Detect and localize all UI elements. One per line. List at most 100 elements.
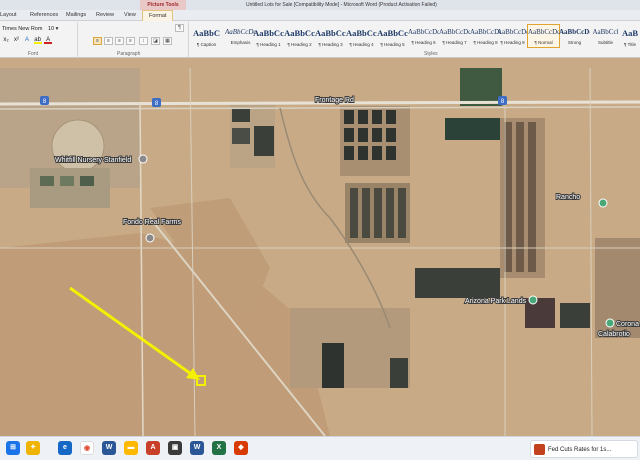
widgets-icon[interactable]: ✦ bbox=[26, 441, 40, 455]
photos-icon[interactable]: ▣ bbox=[168, 441, 182, 455]
style-sample: AaBbCc bbox=[284, 28, 315, 38]
interstate-shield-icon: 8 bbox=[498, 96, 507, 105]
dark-field bbox=[232, 128, 250, 144]
style-sample: AaBbCcDc bbox=[439, 28, 470, 36]
document-title: Untitled Lots for Sale [Compatibility Mo… bbox=[246, 2, 437, 8]
map-pin-icon[interactable] bbox=[528, 295, 538, 305]
style-heading-9[interactable]: AaBbCcDc ¶ Heading 9 bbox=[496, 24, 529, 48]
highlight-icon[interactable]: ab bbox=[33, 36, 42, 44]
style-sample: AaBbCcDd bbox=[559, 28, 590, 36]
font-name-select[interactable]: Times New Rom bbox=[2, 26, 42, 32]
park-label: Arizona Park Lands bbox=[465, 298, 527, 305]
style-name: ¶ Heading 3 bbox=[318, 42, 343, 47]
justify-icon[interactable]: ≡ bbox=[126, 37, 135, 45]
dark-green-field bbox=[445, 118, 500, 140]
align-center-icon[interactable]: ≡ bbox=[104, 37, 113, 45]
font-size-select[interactable]: 10 bbox=[48, 26, 54, 32]
corona-label: Corona bbox=[616, 321, 639, 328]
borders-icon[interactable]: ▦ bbox=[163, 37, 172, 45]
style-heading-3[interactable]: AaBbCcl ¶ Heading 3 bbox=[314, 24, 347, 48]
security-icon[interactable]: ◆ bbox=[234, 441, 248, 455]
style-title[interactable]: AaB ¶ Title bbox=[620, 24, 640, 48]
word-ribbon: Picture Tools Untitled Lots for Sale [Co… bbox=[0, 0, 640, 58]
style-sample: AaBbCcl bbox=[315, 28, 346, 38]
rancho-label: Rancho bbox=[556, 194, 580, 201]
chrome-icon[interactable]: ◉ bbox=[80, 441, 94, 455]
taskbar: ⊞ ✦ e ◉ W ▬ A ▣ W X ◆ Fed Cuts Rates for… bbox=[0, 436, 640, 460]
superscript-icon[interactable]: x² bbox=[13, 36, 21, 44]
frontage-road-label: Frontage Rd bbox=[315, 97, 354, 104]
satellite-map-image[interactable]: 8 8 8 Frontage Rd Whitfill Nursery Stanf… bbox=[0, 58, 640, 436]
map-pin-icon[interactable] bbox=[138, 154, 148, 164]
farms-label: Fondo Real Farms bbox=[123, 219, 181, 226]
strip-fields bbox=[504, 122, 536, 272]
file-explorer-icon[interactable]: ▬ bbox=[124, 441, 138, 455]
word-icon[interactable]: W bbox=[102, 441, 116, 455]
style-normal[interactable]: AaBbCcDc ¶ Normal bbox=[527, 24, 560, 48]
style-subtitle[interactable]: AaBbCcl Subtitle bbox=[589, 24, 622, 48]
style-heading-2[interactable]: AaBbCc ¶ Heading 2 bbox=[283, 24, 316, 48]
style-heading-5[interactable]: AaBbCc ¶ Heading 5 bbox=[376, 24, 409, 48]
align-left-icon[interactable]: ≡ bbox=[93, 37, 102, 45]
acrobat-icon[interactable]: A bbox=[146, 441, 160, 455]
shading-icon[interactable]: ◪ bbox=[151, 37, 160, 45]
style-sample: AaBbCc bbox=[253, 28, 284, 38]
style-sample: AaBbCcl bbox=[346, 28, 377, 38]
style-sample: AaBbC bbox=[193, 28, 220, 38]
nursery-block bbox=[30, 168, 110, 208]
map-pin-icon[interactable] bbox=[145, 233, 155, 243]
interstate-shield-icon: 8 bbox=[152, 98, 161, 107]
style-heading-4[interactable]: AaBbCcl ¶ Heading 4 bbox=[345, 24, 378, 48]
style-heading-7[interactable]: AaBbCcDc ¶ Heading 7 bbox=[438, 24, 471, 48]
tab-mailings[interactable]: Mailings bbox=[66, 10, 86, 21]
subscript-icon[interactable]: x₂ bbox=[2, 36, 10, 44]
nursery-field bbox=[60, 176, 74, 186]
text-effects-icon[interactable]: A bbox=[23, 36, 31, 44]
style-name: ¶ Heading 4 bbox=[349, 42, 374, 47]
title-bar: Picture Tools Untitled Lots for Sale [Co… bbox=[0, 0, 640, 10]
excel-icon[interactable]: X bbox=[212, 441, 226, 455]
align-right-icon[interactable]: ≡ bbox=[115, 37, 124, 45]
tab-references[interactable]: References bbox=[30, 10, 58, 21]
nursery-field bbox=[40, 176, 54, 186]
pivot-circle bbox=[51, 119, 105, 173]
line-spacing-icon[interactable]: ↕ bbox=[139, 37, 148, 45]
map-pin-icon[interactable] bbox=[598, 198, 608, 208]
news-widget[interactable]: Fed Cuts Rates for 1s... bbox=[530, 440, 638, 458]
style-name: ¶ Heading 5 bbox=[380, 42, 405, 47]
start-icon[interactable]: ⊞ bbox=[6, 441, 20, 455]
dark-field bbox=[415, 268, 500, 298]
nursery-field bbox=[80, 176, 94, 186]
style-heading-1[interactable]: AaBbCc ¶ Heading 1 bbox=[252, 24, 285, 48]
paragraph-group: ≡ ≡ ≡ ≡ ↕ ◪ ▦ ¶ Paragraph bbox=[79, 22, 189, 58]
edge-icon[interactable]: e bbox=[58, 441, 72, 455]
style-name: ¶ Heading 1 bbox=[256, 42, 281, 47]
news-headline: Fed Cuts Rates for 1s... bbox=[548, 447, 612, 453]
style-name: ¶ Heading 6 bbox=[411, 40, 436, 45]
tab-layout[interactable]: Layout bbox=[0, 10, 17, 21]
style-sample: AaBbCcDc bbox=[497, 28, 528, 36]
font-group: Times New Rom 10 ▾ x₂ x² A ab A Font bbox=[0, 22, 78, 58]
map-pin-icon[interactable] bbox=[605, 318, 615, 328]
font-color-icon[interactable]: A bbox=[44, 36, 53, 44]
show-marks-icon[interactable]: ¶ bbox=[175, 24, 184, 32]
styles-gallery: AaBbC ¶ Caption AaBbCcDc Emphasis AaBbCc ¶ … bbox=[190, 22, 640, 58]
word-window-icon[interactable]: W bbox=[190, 441, 204, 455]
dark-field bbox=[560, 303, 590, 328]
tab-review[interactable]: Review bbox=[96, 10, 114, 21]
style-strong[interactable]: AaBbCcDd Strong bbox=[558, 24, 591, 48]
tab-format[interactable]: Format bbox=[142, 10, 174, 21]
tab-view[interactable]: View bbox=[124, 10, 136, 21]
green-field bbox=[460, 68, 502, 106]
dark-field bbox=[232, 108, 250, 122]
style-name: ¶ Caption bbox=[196, 42, 217, 47]
style-sample: AaBbCc bbox=[377, 28, 408, 38]
chevron-down-icon[interactable]: ▾ bbox=[56, 26, 59, 32]
style-name: ¶ Heading 2 bbox=[287, 42, 312, 47]
style-heading-6[interactable]: AaBbCcDc ¶ Heading 6 bbox=[407, 24, 440, 48]
style-caption[interactable]: AaBbC ¶ Caption bbox=[190, 24, 223, 48]
ribbon-tabs: Layout References Mailings Review View F… bbox=[0, 10, 640, 21]
style-sample: AaBbCcDc bbox=[528, 28, 559, 36]
style-name: ¶ Heading 9 bbox=[500, 40, 525, 45]
styles-group-label: Styles bbox=[424, 51, 438, 57]
